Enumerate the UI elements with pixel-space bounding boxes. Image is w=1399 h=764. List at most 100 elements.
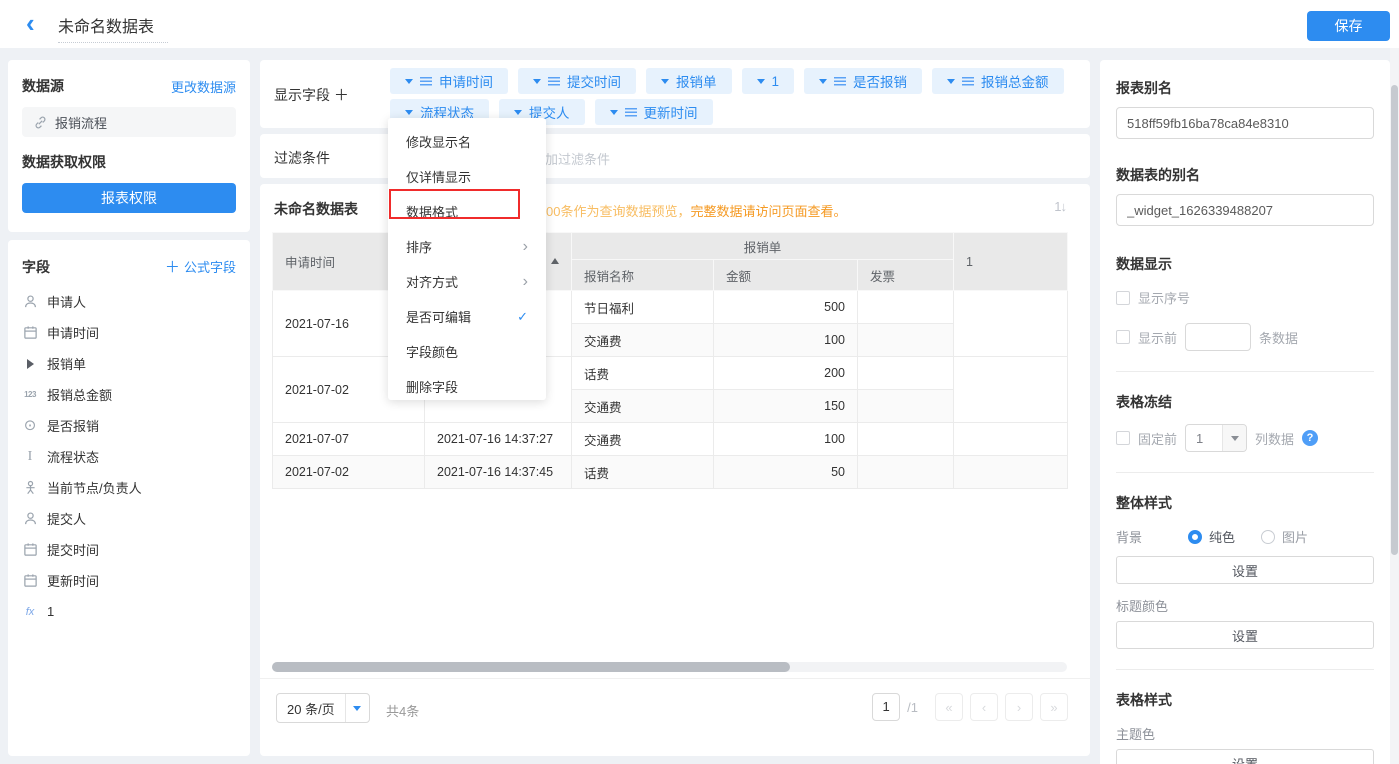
background-set-button[interactable]: 设置 — [1116, 556, 1374, 584]
field-item-total-amount[interactable]: 报销总金额 — [22, 379, 236, 410]
fields-title: 字段 — [22, 257, 50, 277]
data-display-label: 数据显示 — [1116, 254, 1374, 274]
menu-item-rename[interactable]: 修改显示名 — [388, 124, 546, 159]
field-item-process-status[interactable]: 流程状态 — [22, 441, 236, 472]
table-alias-input[interactable] — [1116, 194, 1374, 226]
column-header-amount[interactable]: 金额 — [714, 260, 858, 291]
sort-order-icon[interactable] — [1054, 199, 1066, 214]
page-number-input[interactable]: 1 — [872, 693, 900, 721]
add-display-field-icon[interactable]: ＋ — [334, 87, 349, 104]
field-item-expense-form[interactable]: 报销单 — [22, 348, 236, 379]
calendar-icon — [22, 573, 38, 589]
caret-down-icon[interactable] — [610, 110, 618, 119]
field-item-is-reimbursed[interactable]: 是否报销 — [22, 410, 236, 441]
show-index-checkbox[interactable] — [1116, 291, 1130, 305]
settings-panel: 报表别名 数据表的别名 数据显示 显示序号 显示前 条数据 表格冻结 固定前 1… — [1100, 60, 1390, 764]
caret-down-icon[interactable] — [819, 79, 827, 88]
add-formula-field-button[interactable]: ＋ 公式字段 — [165, 256, 236, 277]
fix-columns-checkbox[interactable] — [1116, 431, 1130, 445]
display-fields-card: 显示字段 ＋ 申请时间 提交时间 报销单 1 是否报销 报销总金额 流程状态 提… — [260, 60, 1090, 128]
vertical-scrollbar-thumb[interactable] — [1391, 85, 1398, 555]
field-item-apply-time[interactable]: 申请时间 — [22, 317, 236, 348]
theme-color-set-button[interactable]: 设置 — [1116, 749, 1374, 764]
title-color-label: 标题颜色 — [1116, 596, 1374, 615]
divider — [1116, 669, 1374, 670]
horizontal-scrollbar-thumb[interactable] — [272, 662, 790, 672]
cell-one — [954, 357, 1068, 423]
menu-item-data-format[interactable]: 数据格式 — [388, 194, 546, 229]
page-size-select[interactable]: 20 条/页 — [276, 693, 370, 723]
chip-submit-time[interactable]: 提交时间 — [518, 68, 636, 94]
last-page-button[interactable]: » — [1040, 693, 1068, 721]
change-datasource-link[interactable]: 更改数据源 — [171, 77, 236, 96]
calendar-icon — [22, 325, 38, 341]
save-button[interactable]: 保存 — [1307, 11, 1390, 41]
question-icon[interactable]: ? — [1302, 430, 1318, 446]
first-page-button[interactable]: « — [935, 693, 963, 721]
divider — [1116, 371, 1374, 372]
caret-down-icon[interactable] — [757, 79, 765, 88]
chip-total-amount[interactable]: 报销总金额 — [932, 68, 1064, 94]
vertical-scrollbar[interactable] — [1390, 48, 1399, 764]
caret-down-icon[interactable] — [661, 79, 669, 88]
cell-invoice — [858, 324, 954, 357]
column-header-one[interactable]: 1 — [954, 233, 1068, 291]
cell-amount: 100 — [714, 324, 858, 357]
caret-down-icon[interactable] — [947, 79, 955, 88]
title-color-set-button[interactable]: 设置 — [1116, 621, 1374, 649]
show-first-count-input[interactable] — [1185, 323, 1251, 351]
show-first-checkbox[interactable] — [1116, 330, 1130, 344]
datasource-card: 数据源 更改数据源 报销流程 数据获取权限 报表权限 — [8, 60, 250, 232]
table-style-label: 表格样式 — [1116, 690, 1374, 710]
field-item-current-node[interactable]: 当前节点/负责人 — [22, 472, 236, 503]
cell-expense-name: 交通费 — [572, 390, 714, 423]
menu-item-sort[interactable]: 排序 — [388, 229, 546, 264]
back-icon[interactable] — [26, 14, 46, 34]
menu-item-delete-field[interactable]: 删除字段 — [388, 369, 546, 404]
cell-amount: 150 — [714, 390, 858, 423]
chip-expense-form[interactable]: 报销单 — [646, 68, 732, 94]
column-header-name[interactable]: 报销名称 — [572, 260, 714, 291]
menu-item-alignment[interactable]: 对齐方式 — [388, 264, 546, 299]
table-row[interactable]: 2021-07-07 2021-07-16 14:37:27 交通费 100 — [273, 423, 1068, 456]
menu-item-detail-only[interactable]: 仅详情显示 — [388, 159, 546, 194]
menu-item-field-color[interactable]: 字段颜色 — [388, 334, 546, 369]
horizontal-scrollbar[interactable] — [272, 662, 1067, 672]
prev-page-button[interactable]: ‹ — [970, 693, 998, 721]
caret-down-icon[interactable] — [533, 79, 541, 88]
field-item-submitter[interactable]: 提交人 — [22, 503, 236, 534]
solid-color-radio[interactable] — [1188, 530, 1202, 544]
column-header-invoice[interactable]: 发票 — [858, 260, 954, 291]
caret-down-icon[interactable] — [405, 79, 413, 88]
page-title[interactable]: 未命名数据表 — [58, 13, 168, 43]
formula-icon — [22, 604, 38, 620]
field-item-submit-time[interactable]: 提交时间 — [22, 534, 236, 565]
background-label: 背景 — [1116, 527, 1188, 546]
chip-apply-time[interactable]: 申请时间 — [390, 68, 508, 94]
chip-is-reimbursed[interactable]: 是否报销 — [804, 68, 922, 94]
total-count: 共4条 — [386, 701, 419, 720]
field-item-formula-1[interactable]: 1 — [22, 596, 236, 627]
chip-update-time[interactable]: 更新时间 — [595, 99, 713, 125]
table-row[interactable]: 2021-07-02 2021-07-16 14:37:45 话费 50 — [273, 456, 1068, 489]
plus-icon: ＋ — [165, 259, 184, 276]
image-radio[interactable] — [1261, 530, 1275, 544]
report-permission-button[interactable]: 报表权限 — [22, 183, 236, 213]
datasource-name: 报销流程 — [55, 113, 107, 132]
topbar: 未命名数据表 保存 — [0, 0, 1399, 48]
next-page-button[interactable]: › — [1005, 693, 1033, 721]
overall-style-label: 整体样式 — [1116, 493, 1374, 513]
filter-label: 过滤条件 — [274, 148, 330, 168]
datasource-item[interactable]: 报销流程 — [22, 107, 236, 137]
chip-formula-1[interactable]: 1 — [742, 68, 795, 94]
cell-apply-date: 2021-07-07 — [273, 423, 425, 456]
field-item-update-time[interactable]: 更新时间 — [22, 565, 236, 596]
user-icon — [22, 294, 38, 310]
field-item-applicant[interactable]: 申请人 — [22, 286, 236, 317]
table-alias-label: 数据表的别名 — [1116, 165, 1374, 185]
menu-item-editable[interactable]: 是否可编辑 — [388, 299, 546, 334]
column-group-expense-form[interactable]: 报销单 — [572, 233, 954, 260]
fix-columns-select[interactable]: 1 — [1185, 424, 1247, 452]
cell-apply-date: 2021-07-02 — [273, 456, 425, 489]
report-alias-input[interactable] — [1116, 107, 1374, 139]
